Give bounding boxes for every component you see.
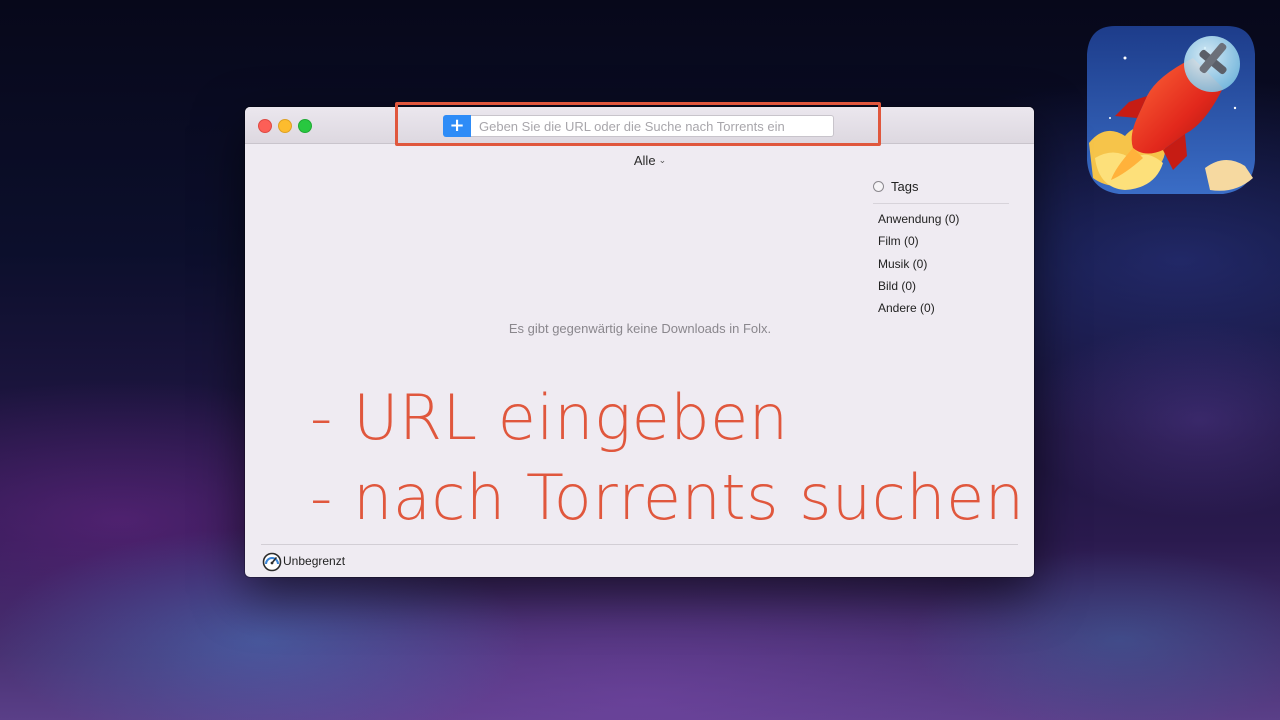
tags-panel: Tags Anwendung (0) Film (0) Musik (0) Bi… bbox=[873, 177, 1009, 338]
tags-divider bbox=[873, 203, 1009, 204]
chevron-down-icon: ⌄ bbox=[658, 155, 667, 165]
close-window-button[interactable] bbox=[258, 119, 272, 133]
instruction-line-2: - nach Torrents suchen bbox=[310, 461, 1025, 534]
tags-header[interactable]: Tags bbox=[873, 177, 1009, 195]
tag-item-musik[interactable]: Musik (0) bbox=[878, 256, 1009, 278]
instruction-overlay: - URL eingeben - nach Torrents suchen bbox=[310, 378, 1025, 538]
instruction-line-1: - URL eingeben bbox=[310, 381, 789, 454]
search-highlight-box bbox=[395, 102, 881, 146]
status-bar-divider bbox=[261, 544, 1018, 545]
speed-limit-label[interactable]: Unbegrenzt bbox=[283, 554, 345, 568]
tag-list: Anwendung (0) Film (0) Musik (0) Bild (0… bbox=[873, 211, 1009, 322]
speedometer-icon[interactable] bbox=[262, 552, 282, 572]
filter-label: Alle bbox=[633, 153, 656, 168]
tag-item-bild[interactable]: Bild (0) bbox=[878, 278, 1009, 300]
tags-title: Tags bbox=[891, 178, 919, 194]
filter-dropdown[interactable]: Alle ⌄ bbox=[245, 153, 1034, 168]
tag-item-anwendung[interactable]: Anwendung (0) bbox=[878, 211, 1009, 233]
tags-toggle-icon[interactable] bbox=[873, 180, 884, 192]
rocket-app-icon bbox=[1087, 26, 1255, 194]
zoom-window-button[interactable] bbox=[298, 119, 312, 133]
tag-item-film[interactable]: Film (0) bbox=[878, 233, 1009, 255]
tag-item-andere[interactable]: Andere (0) bbox=[878, 300, 1009, 322]
minimize-window-button[interactable] bbox=[278, 119, 292, 133]
